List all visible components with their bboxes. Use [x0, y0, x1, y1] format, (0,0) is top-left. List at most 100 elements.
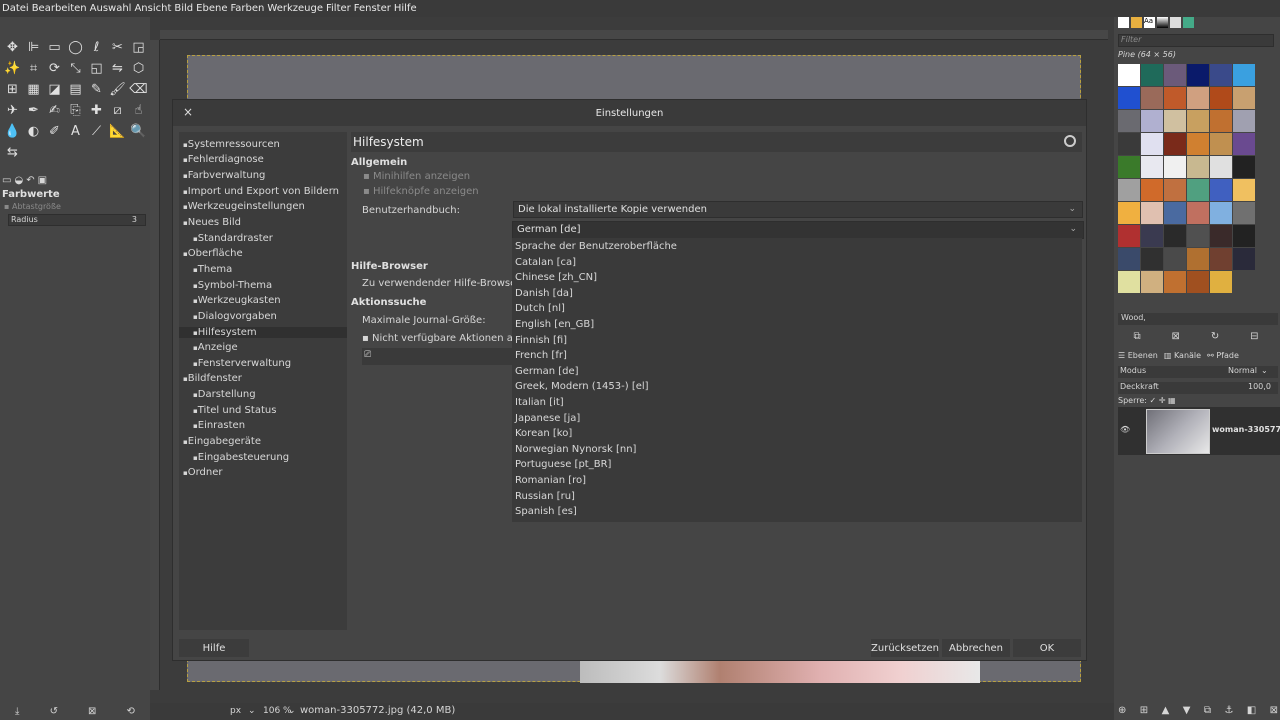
- pattern-swatch[interactable]: [1210, 110, 1232, 132]
- layer-visibility-icon[interactable]: 👁: [1120, 425, 1130, 434]
- fuzzy-select-icon[interactable]: ✨: [2, 58, 23, 79]
- pattern-swatch[interactable]: [1164, 64, 1186, 86]
- tree-item[interactable]: ▪Oberfläche: [183, 248, 243, 259]
- pattern-swatch[interactable]: [1210, 248, 1232, 270]
- tree-item[interactable]: ▪Dialogvorgaben: [193, 311, 277, 322]
- smudge-icon[interactable]: ☝: [128, 100, 149, 121]
- pattern-swatch[interactable]: [1187, 64, 1209, 86]
- pattern-swatch[interactable]: [1210, 133, 1232, 155]
- pattern-swatch[interactable]: [1164, 179, 1186, 201]
- pattern-swatch[interactable]: [1141, 110, 1163, 132]
- tree-item[interactable]: ▪Anzeige: [193, 342, 238, 353]
- pattern-swatch[interactable]: [1118, 225, 1140, 247]
- pattern-swatch[interactable]: [1210, 156, 1232, 178]
- menu-2[interactable]: Auswahl: [90, 3, 135, 14]
- pattern-swatch[interactable]: [1233, 225, 1255, 247]
- vertical-ruler[interactable]: [150, 40, 160, 690]
- dropdown-option[interactable]: Italian [it]: [515, 397, 564, 408]
- pattern-swatch[interactable]: [1118, 87, 1140, 109]
- opacity-value[interactable]: 100,0: [1248, 382, 1271, 391]
- perspective-icon[interactable]: ◱: [86, 58, 107, 79]
- menu-7[interactable]: Werkzeuge: [267, 3, 326, 14]
- pattern-swatch[interactable]: [1187, 202, 1209, 224]
- align-icon[interactable]: ⊫: [23, 37, 44, 58]
- tab-layers[interactable]: ☰ Ebenen: [1118, 351, 1158, 360]
- tree-item[interactable]: ▪Standardraster: [193, 233, 273, 244]
- mode-row[interactable]: Modus Normal ⌄: [1118, 366, 1278, 378]
- undo-history-icon[interactable]: ↶: [26, 175, 34, 189]
- move-icon[interactable]: ✥: [2, 37, 23, 58]
- pattern-swatch[interactable]: [1118, 271, 1140, 293]
- tree-item[interactable]: ▪Systemressourcen: [183, 139, 280, 150]
- scissors-icon[interactable]: ✂: [107, 37, 128, 58]
- text-icon[interactable]: A: [65, 121, 86, 142]
- menu-4[interactable]: Bild: [174, 3, 196, 14]
- show-tooltips-checkbox[interactable]: ▪ Minihilfen anzeigen: [363, 171, 470, 182]
- pattern-swatch[interactable]: [1233, 202, 1255, 224]
- dropdown-option[interactable]: Norwegian Nynorsk [nn]: [515, 444, 636, 455]
- rect-select-icon[interactable]: ▭: [44, 37, 65, 58]
- pattern-swatch[interactable]: [1210, 179, 1232, 201]
- reset-button[interactable]: Zurücksetzen: [871, 639, 939, 657]
- warp-icon[interactable]: ⊞: [2, 79, 23, 100]
- mask-layer-icon[interactable]: ◧: [1247, 705, 1256, 716]
- brush-icon[interactable]: 🖌: [107, 79, 128, 100]
- bucket-icon[interactable]: ◪: [44, 79, 65, 100]
- pattern-swatch[interactable]: [1141, 133, 1163, 155]
- pattern-swatch[interactable]: [1187, 87, 1209, 109]
- pencil-icon[interactable]: ✎: [86, 79, 107, 100]
- dropdown-option[interactable]: Greek, Modern (1453-) [el]: [515, 381, 649, 392]
- tree-item[interactable]: ▪Import und Export von Bildern: [183, 186, 339, 197]
- tree-item[interactable]: ▪Eingabegeräte: [183, 436, 261, 447]
- crop-icon[interactable]: ⌗: [23, 58, 44, 79]
- raise-layer-icon[interactable]: ▲: [1162, 705, 1170, 716]
- ellipse-select-icon[interactable]: ◯: [65, 37, 86, 58]
- ok-button[interactable]: OK: [1013, 639, 1081, 657]
- dropdown-option[interactable]: Portuguese [pt_BR]: [515, 459, 611, 470]
- tree-item[interactable]: ▪Neues Bild: [183, 217, 241, 228]
- gradient-icon[interactable]: ▤: [65, 79, 86, 100]
- menu-10[interactable]: Hilfe: [394, 3, 420, 14]
- restore-options-icon[interactable]: ↺: [50, 706, 58, 717]
- manual-combo[interactable]: Die lokal installierte Kopie verwenden ⌄: [513, 201, 1083, 218]
- pattern-swatch[interactable]: [1118, 248, 1140, 270]
- pattern-swatch[interactable]: [1187, 110, 1209, 132]
- dropdown-option[interactable]: Catalan [ca]: [515, 257, 576, 268]
- pattern-swatch[interactable]: [1187, 225, 1209, 247]
- restore-icon[interactable]: [1064, 135, 1076, 147]
- clone-icon[interactable]: ⎘: [65, 100, 86, 121]
- close-icon[interactable]: ×: [183, 105, 193, 119]
- tree-item[interactable]: ▪Fensterverwaltung: [193, 358, 291, 369]
- heal-icon[interactable]: ✚: [86, 100, 107, 121]
- refresh-patterns-icon[interactable]: ↻: [1211, 331, 1219, 342]
- pattern-swatch[interactable]: [1233, 156, 1255, 178]
- menu-8[interactable]: Filter: [326, 3, 354, 14]
- pattern-swatch[interactable]: [1210, 87, 1232, 109]
- delete-pattern-icon[interactable]: ⊠: [1172, 331, 1180, 342]
- tree-item[interactable]: ▪Bildfenster: [183, 373, 242, 384]
- tool-presets-tab-icon[interactable]: [1183, 17, 1194, 28]
- images-icon[interactable]: ▣: [38, 175, 47, 189]
- pattern-swatch[interactable]: [1210, 225, 1232, 247]
- pattern-swatch[interactable]: [1187, 156, 1209, 178]
- cancel-button[interactable]: Abbrechen: [942, 639, 1010, 657]
- delete-layer-icon[interactable]: ⊠: [1270, 705, 1278, 716]
- dodge-icon[interactable]: ◐: [23, 121, 44, 142]
- device-status-icon[interactable]: ◒: [14, 175, 23, 189]
- pattern-swatch[interactable]: [1187, 271, 1209, 293]
- pattern-swatch[interactable]: [1141, 179, 1163, 201]
- pattern-swatch[interactable]: [1141, 271, 1163, 293]
- pattern-swatch[interactable]: [1233, 248, 1255, 270]
- mode-chevron-icon[interactable]: ⌄: [1261, 366, 1268, 375]
- flip-icon[interactable]: ⇋: [107, 58, 128, 79]
- menu-5[interactable]: Ebene: [196, 3, 230, 14]
- open-pattern-icon[interactable]: ⊟: [1250, 331, 1258, 342]
- pattern-swatch[interactable]: [1118, 110, 1140, 132]
- airbrush-icon[interactable]: ✈: [2, 100, 23, 121]
- horizontal-ruler[interactable]: [160, 30, 1108, 40]
- new-group-icon[interactable]: ⊞: [1140, 705, 1148, 716]
- pattern-swatch[interactable]: [1164, 271, 1186, 293]
- pattern-filter-input[interactable]: Filter: [1118, 34, 1274, 47]
- duplicate-layer-icon[interactable]: ⧉: [1204, 705, 1211, 716]
- opacity-row[interactable]: Deckkraft 100,0: [1118, 382, 1278, 394]
